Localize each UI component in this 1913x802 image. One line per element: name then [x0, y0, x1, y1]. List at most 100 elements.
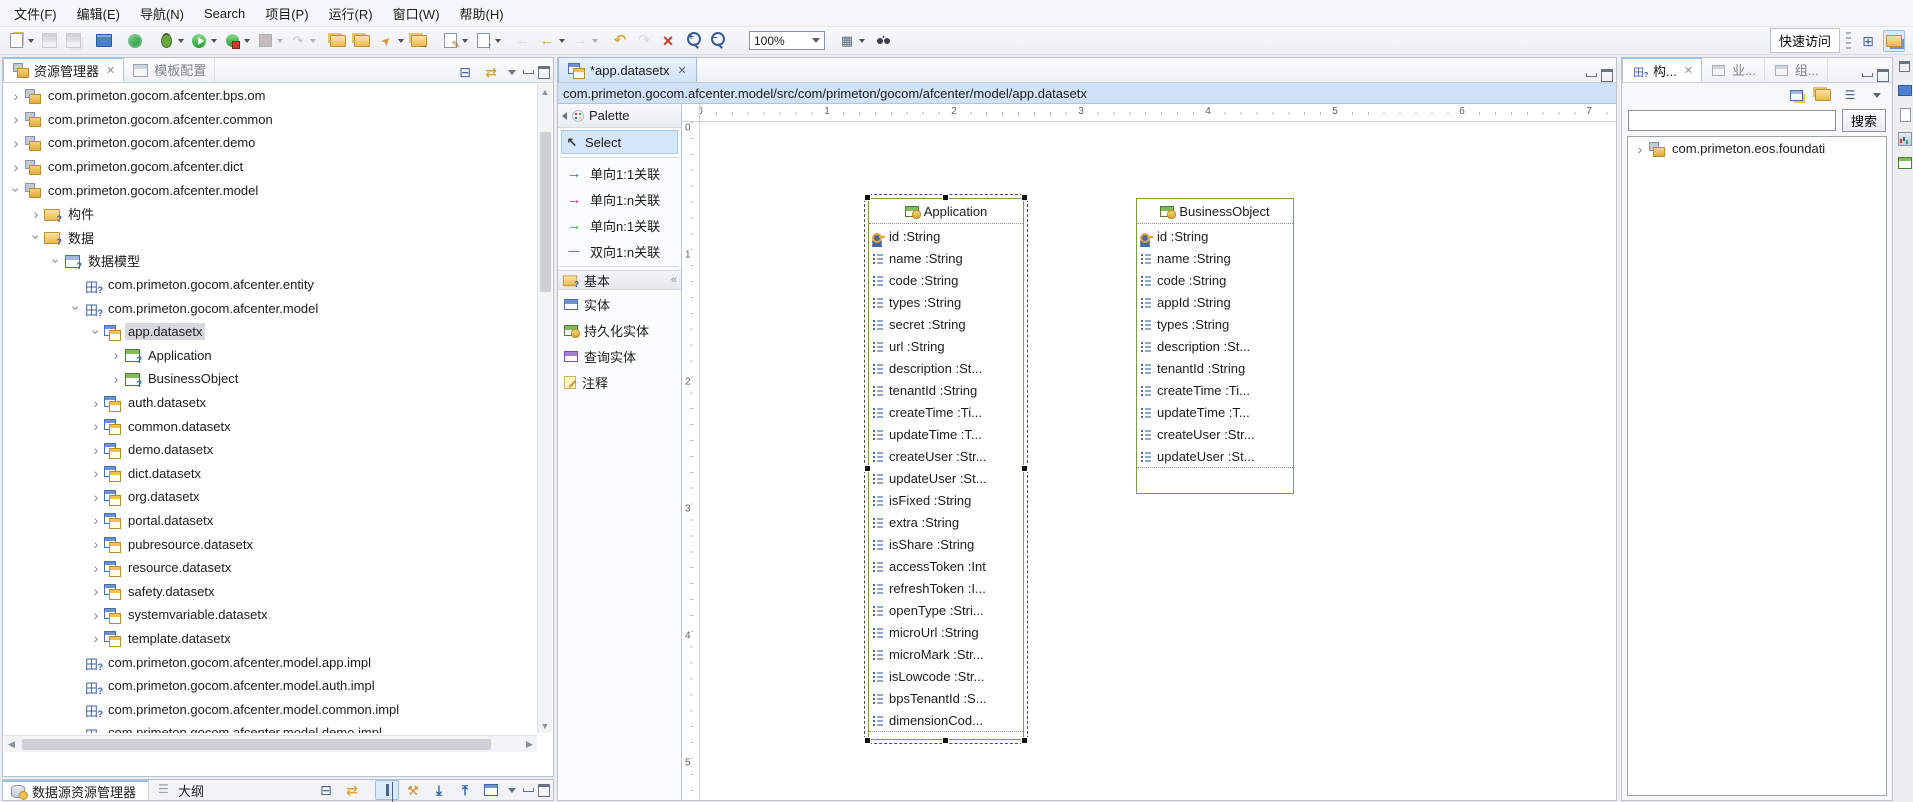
- entity-field[interactable]: updateTime :T...: [1137, 401, 1293, 423]
- search-input[interactable]: [1628, 110, 1836, 131]
- entity-field[interactable]: description :St...: [869, 357, 1023, 379]
- entity-header[interactable]: Application: [869, 199, 1023, 224]
- open-perspective-icon[interactable]: [1857, 30, 1879, 52]
- entity-field[interactable]: appId :String: [1137, 291, 1293, 313]
- view-tab[interactable]: 模板配置 ✕: [124, 57, 215, 82]
- view-tab[interactable]: 大纲: [149, 780, 216, 800]
- maximize-icon[interactable]: [1600, 68, 1614, 82]
- palette-header[interactable]: Palette: [558, 104, 681, 128]
- menu-item[interactable]: 窗口(W): [383, 0, 450, 27]
- tree-item[interactable]: 构件: [4, 202, 537, 226]
- tree-item[interactable]: org.datasetx: [4, 485, 537, 509]
- zoom-combo[interactable]: 100%: [749, 31, 825, 50]
- tree-item[interactable]: com.primeton.gocom.afcenter.dict: [4, 155, 537, 179]
- folder-icon[interactable]: [1811, 83, 1835, 107]
- entity-field[interactable]: types :String: [1137, 313, 1293, 335]
- expand-toggle-icon[interactable]: [88, 560, 104, 576]
- view-tab[interactable]: 数据源资源管理器: [3, 780, 149, 800]
- tree-item[interactable]: demo.datasetx: [4, 438, 537, 462]
- tree-item[interactable]: common.datasetx: [4, 414, 537, 438]
- expand-toggle-icon[interactable]: [88, 489, 104, 505]
- expand-toggle-icon[interactable]: [108, 371, 124, 387]
- expand-toggle-icon[interactable]: [68, 300, 84, 316]
- view-menu-icon[interactable]: [505, 65, 519, 79]
- palette-entity-tool[interactable]: 注释: [561, 370, 678, 394]
- tree-item[interactable]: com.primeton.gocom.afcenter.model: [4, 178, 537, 202]
- tree-item[interactable]: systemvariable.datasetx: [4, 603, 537, 627]
- entity-field[interactable]: isShare :String: [869, 533, 1023, 555]
- eos-server-icon[interactable]: [123, 29, 147, 53]
- palette-entity-tool[interactable]: 持久化实体: [561, 318, 678, 342]
- tree-item[interactable]: portal.datasetx: [4, 509, 537, 533]
- tree-item[interactable]: com.primeton.gocom.afcenter.demo: [4, 131, 537, 155]
- palette-select-tool[interactable]: Select: [561, 130, 678, 154]
- minimize-icon[interactable]: [1860, 68, 1874, 82]
- expand-toggle-icon[interactable]: [28, 229, 44, 245]
- console-view-icon[interactable]: [1897, 83, 1912, 98]
- back-icon[interactable]: [535, 29, 568, 53]
- entity-field[interactable]: openType :Stri...: [869, 599, 1023, 621]
- expand-toggle-icon[interactable]: [8, 135, 24, 151]
- entity-field[interactable]: updateUser :St...: [1137, 445, 1293, 467]
- tree-item[interactable]: com.primeton.gocom.afcenter.model: [4, 296, 537, 320]
- palette-group-basic[interactable]: 基本 «: [558, 270, 681, 290]
- entity-businessobject[interactable]: BusinessObject id :String name :String: [1136, 198, 1294, 494]
- entity-field[interactable]: types :String: [869, 291, 1023, 313]
- resize-handle[interactable]: [1021, 465, 1028, 472]
- link-with-editor-icon[interactable]: [479, 62, 503, 82]
- entity-field[interactable]: tenantId :String: [869, 379, 1023, 401]
- close-tab-icon[interactable]: ✕: [1684, 64, 1693, 77]
- expand-toggle-icon[interactable]: [88, 395, 104, 411]
- entity-field[interactable]: secret :String: [869, 313, 1023, 335]
- view-menu-icon[interactable]: [505, 783, 519, 797]
- entity-field[interactable]: code :String: [1137, 269, 1293, 291]
- zoom-in-icon[interactable]: [680, 29, 704, 53]
- zoom-out-icon[interactable]: [704, 29, 728, 53]
- entity-header[interactable]: BusinessObject: [1137, 199, 1293, 224]
- run-config-icon[interactable]: [220, 29, 253, 53]
- entity-field[interactable]: isLowcode :Str...: [869, 665, 1023, 687]
- entity-field[interactable]: code :String: [869, 269, 1023, 291]
- menu-item[interactable]: 导航(N): [130, 0, 194, 27]
- resize-handle[interactable]: [864, 737, 871, 744]
- data-view-icon[interactable]: [1897, 155, 1912, 170]
- collapse-palette-icon[interactable]: [562, 112, 567, 120]
- new-document-icon[interactable]: [438, 29, 471, 53]
- scroll-down-icon[interactable]: ▼: [538, 718, 552, 733]
- expand-toggle-icon[interactable]: [88, 442, 104, 458]
- horizontal-scrollbar[interactable]: ◀ ▶: [4, 735, 537, 752]
- search-button[interactable]: 搜索: [1842, 109, 1886, 132]
- configure-icon[interactable]: [401, 780, 425, 800]
- palette-relation-tool[interactable]: → 单向1:1关联: [561, 161, 678, 185]
- resource-perspective-icon[interactable]: [1883, 30, 1905, 52]
- entity-field[interactable]: updateUser :St...: [869, 467, 1023, 489]
- restore-pane-icon[interactable]: [1897, 59, 1912, 74]
- diagram-layout-icon[interactable]: [835, 29, 868, 53]
- console-icon[interactable]: [92, 29, 116, 53]
- expand-toggle-icon[interactable]: [28, 206, 44, 222]
- tree-item[interactable]: com.primeton.gocom.afcenter.bps.om: [4, 84, 537, 108]
- launch-icon[interactable]: [374, 29, 407, 53]
- tree-item[interactable]: Application: [4, 344, 537, 368]
- collapse-all-icon[interactable]: [314, 780, 338, 800]
- tree-item[interactable]: com.primeton.gocom.afcenter.entity: [4, 273, 537, 297]
- view-menu-icon[interactable]: [1865, 83, 1889, 107]
- toolbar-drag-handle[interactable]: [1846, 32, 1851, 50]
- maximize-icon[interactable]: [537, 65, 551, 79]
- expand-toggle-icon[interactable]: [8, 88, 24, 104]
- entity-field[interactable]: extra :String: [869, 511, 1023, 533]
- expand-toggle-icon[interactable]: [8, 182, 24, 198]
- open-resource-icon[interactable]: [350, 29, 374, 53]
- palette-relation-tool[interactable]: → 单向n:1关联: [561, 213, 678, 237]
- palette-relation-tool[interactable]: → 单向1:n关联: [561, 187, 678, 211]
- menu-item[interactable]: 帮助(H): [450, 0, 514, 27]
- scroll-up-icon[interactable]: ▲: [538, 84, 552, 99]
- collapse-group-icon[interactable]: «: [671, 274, 677, 286]
- entity-field[interactable]: description :St...: [1137, 335, 1293, 357]
- minimize-icon[interactable]: [521, 65, 535, 79]
- resize-handle[interactable]: [1021, 194, 1028, 201]
- expand-toggle-icon[interactable]: [1632, 141, 1648, 157]
- profile-icon[interactable]: [286, 29, 319, 53]
- redo-icon[interactable]: [632, 29, 656, 53]
- open-project-icon[interactable]: [326, 29, 350, 53]
